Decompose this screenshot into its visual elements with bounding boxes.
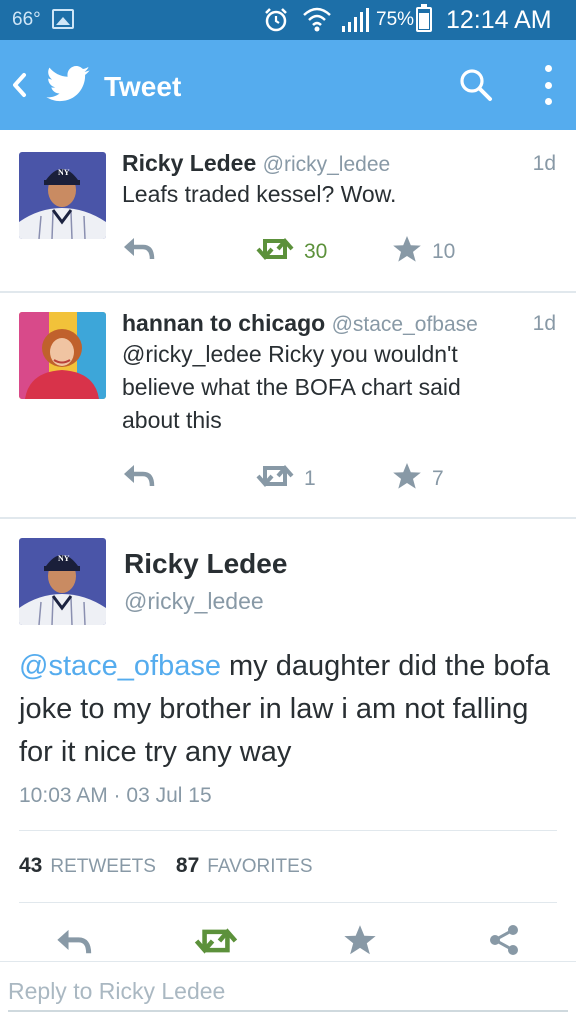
detail-actions [0, 922, 576, 960]
twitter-bird-icon[interactable] [46, 66, 90, 107]
battery-percent: 75% [376, 9, 415, 30]
retweet-icon[interactable] [194, 925, 238, 962]
gallery-icon [52, 9, 74, 29]
favorite-button[interactable]: 10 [392, 235, 455, 269]
reply-button[interactable] [121, 235, 155, 267]
retweet-count: 30 [304, 240, 328, 263]
retweet-button[interactable]: 1 [256, 462, 316, 496]
retweet-button[interactable]: 30 [256, 235, 327, 269]
favorite-button[interactable]: 7 [392, 462, 444, 496]
reply-icon[interactable] [54, 926, 92, 961]
divider [19, 902, 557, 903]
divider [19, 830, 557, 831]
avatar[interactable] [19, 312, 106, 399]
screen-title: Tweet [104, 71, 182, 102]
temperature-indicator: 66° [12, 9, 41, 30]
action-bar: Tweet [0, 40, 576, 130]
clock: 12:14 AM [446, 6, 552, 34]
signal-icon [340, 8, 370, 37]
svg-text:NY: NY [58, 554, 70, 563]
favorites-count[interactable]: 87 [176, 854, 199, 878]
reply-input[interactable] [8, 972, 568, 1012]
favorite-count: 7 [432, 467, 444, 490]
battery-icon [416, 4, 432, 32]
wifi-icon [302, 5, 332, 38]
star-icon [392, 235, 422, 269]
author-handle[interactable]: @ricky_ledee [263, 153, 391, 176]
detail-author-name[interactable]: Ricky Ledee [124, 548, 287, 580]
author-name[interactable]: Ricky Ledee [122, 150, 256, 176]
reply-button[interactable] [121, 462, 155, 494]
alarm-icon [262, 6, 290, 39]
tweet-text: Leafs traded kessel? Wow. [122, 181, 397, 207]
status-bar: 66° 75% 12:14 AM [0, 0, 576, 40]
back-icon[interactable] [10, 71, 28, 104]
reply-bar [0, 961, 576, 1024]
star-icon [392, 462, 422, 496]
overflow-menu-icon[interactable] [541, 65, 555, 105]
tweet-age: 1d [532, 312, 556, 335]
tweet-age: 1d [532, 152, 556, 175]
engagement-stats: 43 RETWEETS 87 FAVORITES [19, 854, 333, 878]
svg-text:NY: NY [58, 168, 70, 177]
divider [0, 517, 576, 519]
detail-avatar[interactable]: NY [19, 538, 106, 625]
tweet-item[interactable]: hannan to chicago @stace_ofbase 1d @rick… [0, 292, 576, 518]
retweets-label[interactable]: RETWEETS [50, 856, 156, 878]
search-icon[interactable] [458, 67, 494, 108]
retweet-icon [256, 462, 294, 496]
share-icon[interactable] [487, 923, 521, 962]
retweet-icon [256, 235, 294, 269]
retweets-count[interactable]: 43 [19, 854, 42, 878]
mention-link[interactable]: @stace_ofbase [19, 650, 221, 682]
reply-icon [121, 462, 155, 494]
detail-timestamp: 10:03 AM · 03 Jul 15 [19, 784, 212, 807]
avatar[interactable]: NY [19, 152, 106, 239]
retweet-count: 1 [304, 467, 316, 490]
reply-icon [121, 235, 155, 267]
author-name[interactable]: hannan to chicago [122, 310, 325, 336]
star-icon[interactable] [343, 924, 377, 961]
favorite-count: 10 [432, 240, 456, 263]
author-handle[interactable]: @stace_ofbase [332, 313, 478, 336]
detail-tweet-text: @stace_ofbase my daughter did the bofa j… [19, 645, 564, 774]
detail-author-handle[interactable]: @ricky_ledee [124, 588, 264, 615]
tweet-actions: 1 7 [0, 462, 576, 496]
tweet-item[interactable]: NY Ricky Ledee @ricky_ledee 1d Leafs tra… [0, 130, 576, 292]
tweet-actions: 30 10 [0, 235, 576, 269]
favorites-label[interactable]: FAVORITES [207, 856, 312, 878]
tweet-text: @ricky_ledee Ricky you wouldn't believe … [122, 341, 461, 433]
